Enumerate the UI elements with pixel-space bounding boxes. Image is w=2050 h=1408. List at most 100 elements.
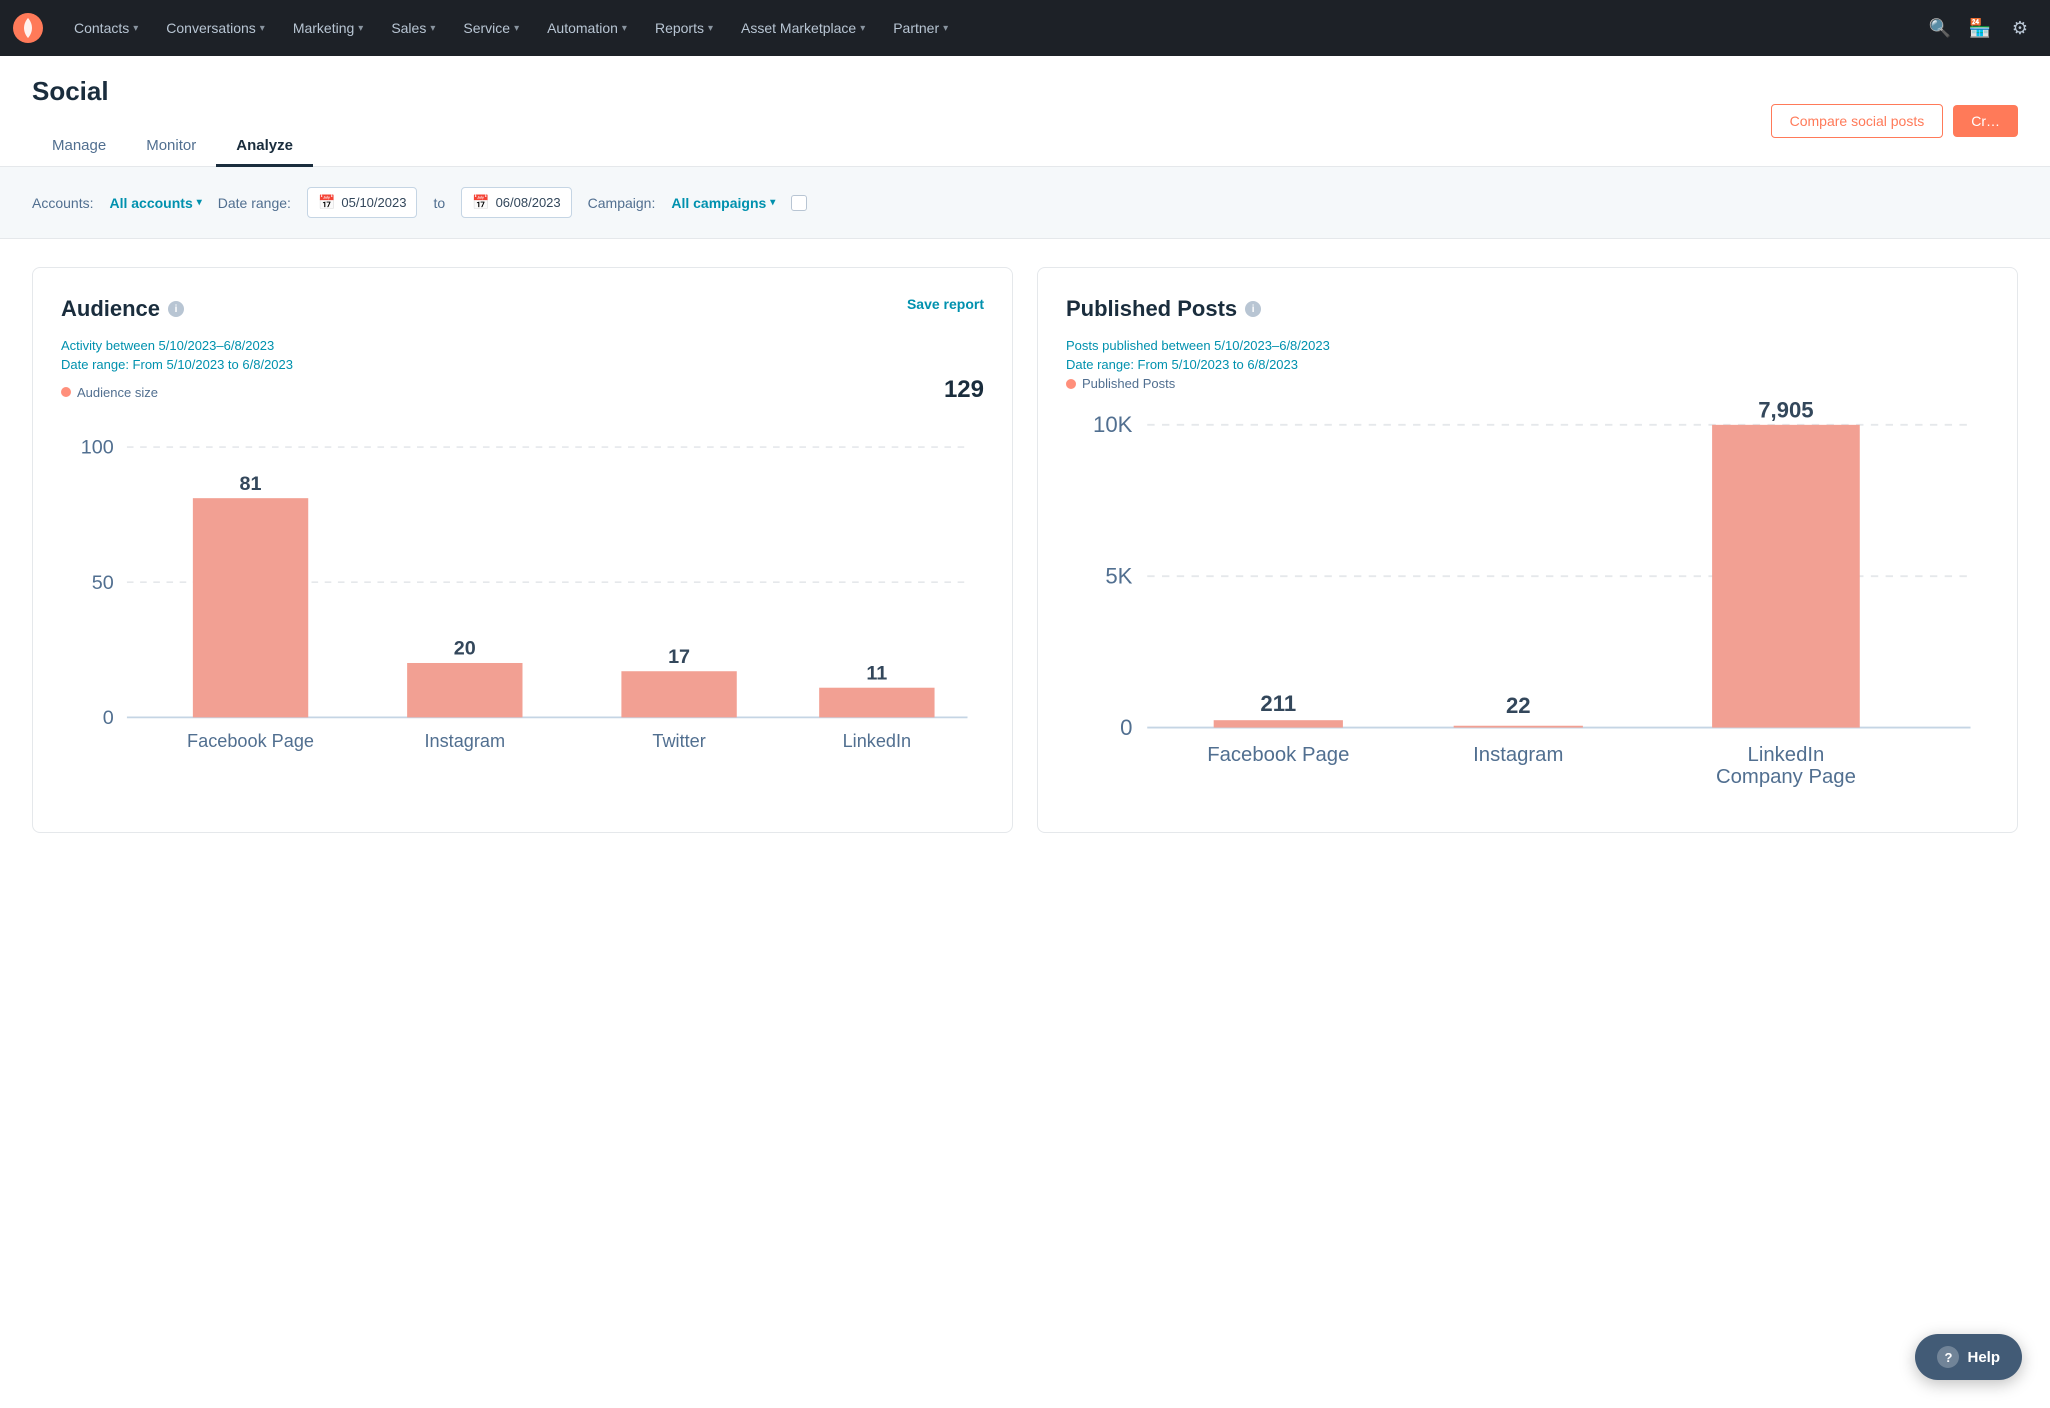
content-area: Audience i Save report Activity between …: [0, 239, 2050, 861]
chevron-down-icon: ▾: [430, 23, 435, 34]
header-actions: Compare social posts Cr…: [1771, 104, 2018, 138]
save-report-link[interactable]: Save report: [907, 296, 984, 312]
date-separator: to: [433, 195, 445, 211]
tab-analyze[interactable]: Analyze: [216, 127, 313, 167]
help-button[interactable]: ? Help: [1915, 1334, 2022, 1380]
svg-text:17: 17: [668, 646, 690, 668]
date-from-input[interactable]: 📅 05/10/2023: [307, 187, 418, 218]
chevron-down-icon: ▾: [358, 23, 363, 34]
accounts-label: Accounts:: [32, 195, 93, 211]
compare-social-posts-button[interactable]: Compare social posts: [1771, 104, 1944, 138]
chevron-down-icon: ▾: [514, 23, 519, 34]
create-button[interactable]: Cr…: [1953, 105, 2018, 137]
svg-text:11: 11: [866, 662, 887, 684]
audience-card: Audience i Save report Activity between …: [32, 267, 1013, 833]
navbar: Contacts ▾ Conversations ▾ Marketing ▾ S…: [0, 0, 2050, 56]
tab-manage[interactable]: Manage: [32, 127, 126, 167]
published-posts-card: Published Posts i Posts published betwee…: [1037, 267, 2018, 833]
svg-text:Company Page: Company Page: [814, 751, 939, 754]
calendar-icon: 📅: [472, 194, 489, 211]
published-posts-chart-svg: 10K 5K 0 211 Facebook Page 22 Instagram: [1066, 399, 1989, 805]
bar-linkedin: [819, 688, 934, 718]
svg-text:81: 81: [240, 473, 262, 495]
published-activity-label: Posts published between 5/10/2023–6/8/20…: [1066, 338, 1989, 353]
nav-marketing[interactable]: Marketing ▾: [279, 0, 378, 56]
campaign-label: Campaign:: [588, 195, 656, 211]
chevron-down-icon: ▾: [133, 23, 138, 34]
published-legend: Published Posts: [1066, 376, 1989, 391]
filters-bar: Accounts: All accounts ▾ Date range: 📅 0…: [0, 167, 2050, 239]
info-icon[interactable]: i: [1245, 301, 1261, 317]
chevron-down-icon: ▾: [260, 23, 265, 34]
audience-card-header: Audience i Save report: [61, 296, 984, 322]
published-posts-card-header: Published Posts i: [1066, 296, 1989, 322]
nav-reports[interactable]: Reports ▾: [641, 0, 727, 56]
svg-text:Company Page: Company Page: [1716, 766, 1856, 788]
svg-text:Facebook Page: Facebook Page: [187, 731, 314, 751]
audience-legend: Audience size: [61, 385, 158, 400]
svg-text:22: 22: [1506, 693, 1531, 718]
nav-contacts[interactable]: Contacts ▾: [60, 0, 152, 56]
audience-chart: 100 50 0 81 Facebook Page 2: [61, 424, 984, 757]
bar-published-linkedin: [1712, 425, 1860, 728]
chevron-down-icon: ▾: [770, 197, 775, 208]
audience-title: Audience i: [61, 296, 184, 322]
nav-sales[interactable]: Sales ▾: [377, 0, 449, 56]
page-title-area: Social Manage Monitor Analyze: [32, 76, 313, 166]
nav-right-actions: 🔍 🏪 ⚙: [1922, 10, 2038, 46]
svg-text:5K: 5K: [1105, 564, 1132, 589]
svg-text:Instagram: Instagram: [1473, 744, 1563, 766]
legend-dot: [1066, 379, 1076, 389]
calendar-icon: 📅: [318, 194, 335, 211]
audience-chart-svg: 100 50 0 81 Facebook Page 2: [61, 424, 984, 754]
chevron-down-icon: ▾: [860, 23, 865, 34]
svg-text:LinkedIn: LinkedIn: [1748, 744, 1825, 766]
audience-activity-label: Activity between 5/10/2023–6/8/2023: [61, 338, 984, 353]
bar-facebook: [193, 498, 308, 717]
bar-twitter: [621, 671, 736, 717]
published-date-range-label: Date range: From 5/10/2023 to 6/8/2023: [1066, 357, 1989, 372]
svg-text:Facebook Page: Facebook Page: [1207, 744, 1349, 766]
hubspot-logo[interactable]: [12, 12, 44, 44]
bar-published-instagram: [1454, 726, 1583, 728]
nav-automation[interactable]: Automation ▾: [533, 0, 641, 56]
checkbox-wrapper: [791, 195, 807, 211]
legend-dot: [61, 387, 71, 397]
svg-text:Twitter: Twitter: [652, 731, 705, 751]
audience-total: 129: [944, 376, 984, 404]
svg-text:50: 50: [92, 572, 114, 594]
svg-text:100: 100: [81, 437, 114, 459]
shop-icon[interactable]: 🏪: [1962, 10, 1998, 46]
audience-date-range-label: Date range: From 5/10/2023 to 6/8/2023: [61, 357, 984, 372]
published-posts-chart: 10K 5K 0 211 Facebook Page 22 Instagram: [1066, 399, 1989, 808]
svg-text:0: 0: [103, 707, 114, 729]
tabs: Manage Monitor Analyze: [32, 127, 313, 166]
nav-asset-marketplace[interactable]: Asset Marketplace ▾: [727, 0, 879, 56]
page-container: Social Manage Monitor Analyze Compare so…: [0, 56, 2050, 1408]
date-range-label: Date range:: [218, 195, 291, 211]
svg-text:211: 211: [1260, 691, 1296, 716]
page-title: Social: [32, 76, 313, 107]
compare-checkbox[interactable]: [791, 195, 807, 211]
info-icon[interactable]: i: [168, 301, 184, 317]
nav-partner[interactable]: Partner ▾: [879, 0, 962, 56]
nav-conversations[interactable]: Conversations ▾: [152, 0, 279, 56]
chevron-down-icon: ▾: [943, 23, 948, 34]
search-icon[interactable]: 🔍: [1922, 10, 1958, 46]
tab-monitor[interactable]: Monitor: [126, 127, 216, 167]
help-icon: ?: [1937, 1346, 1959, 1368]
svg-text:7,905: 7,905: [1758, 399, 1813, 422]
svg-text:0: 0: [1120, 715, 1132, 740]
date-to-input[interactable]: 📅 06/08/2023: [461, 187, 572, 218]
published-posts-title: Published Posts i: [1066, 296, 1261, 322]
svg-text:Instagram: Instagram: [425, 731, 506, 751]
nav-service[interactable]: Service ▾: [449, 0, 533, 56]
svg-text:20: 20: [454, 638, 476, 660]
campaign-filter[interactable]: All campaigns ▾: [671, 195, 775, 211]
chevron-down-icon: ▾: [197, 197, 202, 208]
bar-published-facebook: [1214, 720, 1343, 727]
settings-icon[interactable]: ⚙: [2002, 10, 2038, 46]
chevron-down-icon: ▾: [622, 23, 627, 34]
accounts-filter[interactable]: All accounts ▾: [109, 195, 201, 211]
page-header: Social Manage Monitor Analyze Compare so…: [0, 56, 2050, 167]
